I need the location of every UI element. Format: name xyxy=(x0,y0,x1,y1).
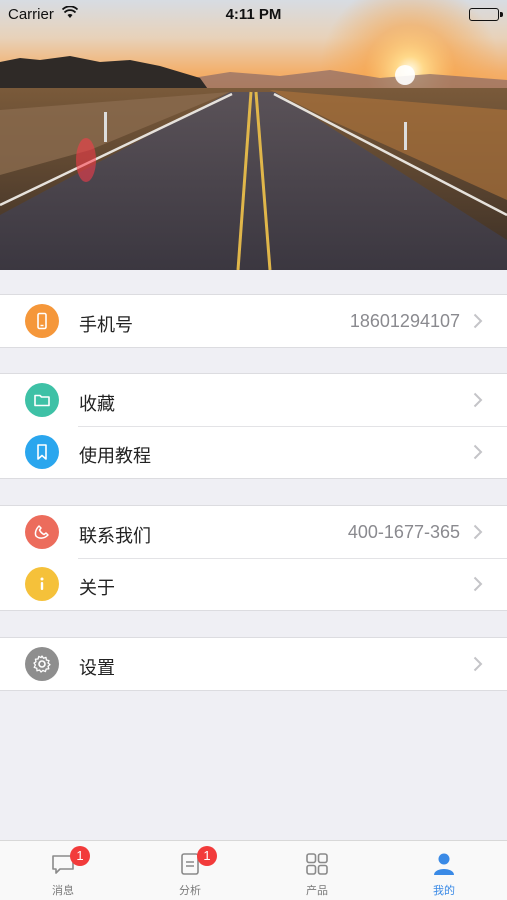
phone-handset-icon xyxy=(25,515,59,549)
chevron-right-icon xyxy=(473,656,483,672)
header-image xyxy=(0,0,507,270)
row-label: 收藏 xyxy=(79,394,115,414)
row-tutorial[interactable]: 使用教程 xyxy=(0,426,507,478)
row-phone-number[interactable]: 手机号 18601294107 xyxy=(0,295,507,347)
chevron-right-icon xyxy=(473,524,483,540)
group-content: 收藏 使用教程 xyxy=(0,373,507,479)
tab-label: 我的 xyxy=(433,885,455,897)
row-label: 关于 xyxy=(79,578,115,598)
chevron-right-icon xyxy=(473,392,483,408)
group-account: 手机号 18601294107 xyxy=(0,294,507,348)
tab-me[interactable]: 我的 xyxy=(381,841,507,900)
battery-icon xyxy=(469,8,503,21)
tab-label: 产品 xyxy=(306,885,328,897)
tab-label: 分析 xyxy=(179,885,201,897)
chevron-right-icon xyxy=(473,313,483,329)
person-icon xyxy=(434,853,454,875)
status-bar: Carrier 4:11 PM xyxy=(0,0,507,28)
tab-label: 消息 xyxy=(52,885,74,897)
badge-count: 1 xyxy=(70,846,90,866)
grid-icon xyxy=(306,853,328,875)
clock-time: 4:11 PM xyxy=(225,6,282,23)
tab-products[interactable]: 产品 xyxy=(254,841,380,900)
row-contact-us[interactable]: 联系我们 400-1677-365 xyxy=(0,506,507,558)
group-support: 联系我们 400-1677-365 关于 xyxy=(0,505,507,611)
phone-number-value: 18601294107 xyxy=(349,311,460,331)
row-label: 使用教程 xyxy=(79,446,151,466)
info-icon xyxy=(25,567,59,601)
row-favorites[interactable]: 收藏 xyxy=(0,374,507,426)
group-settings: 设置 xyxy=(0,637,507,691)
chevron-right-icon xyxy=(473,444,483,460)
row-about[interactable]: 关于 xyxy=(0,558,507,610)
tab-bar: 1 消息 1 分析 产品 我的 xyxy=(0,840,507,900)
phone-device-icon xyxy=(25,304,59,338)
bookmark-icon xyxy=(25,435,59,469)
row-label: 手机号 xyxy=(79,315,133,335)
tab-analysis[interactable]: 1 分析 xyxy=(127,841,253,900)
tab-messages[interactable]: 1 消息 xyxy=(0,841,126,900)
hotline-value: 400-1677-365 xyxy=(347,522,460,542)
chevron-right-icon xyxy=(473,576,483,592)
badge-count: 1 xyxy=(197,846,217,866)
row-label: 联系我们 xyxy=(79,526,151,546)
gear-icon xyxy=(25,647,59,681)
folder-icon xyxy=(25,383,59,417)
row-settings[interactable]: 设置 xyxy=(0,638,507,690)
row-label: 设置 xyxy=(79,658,115,678)
